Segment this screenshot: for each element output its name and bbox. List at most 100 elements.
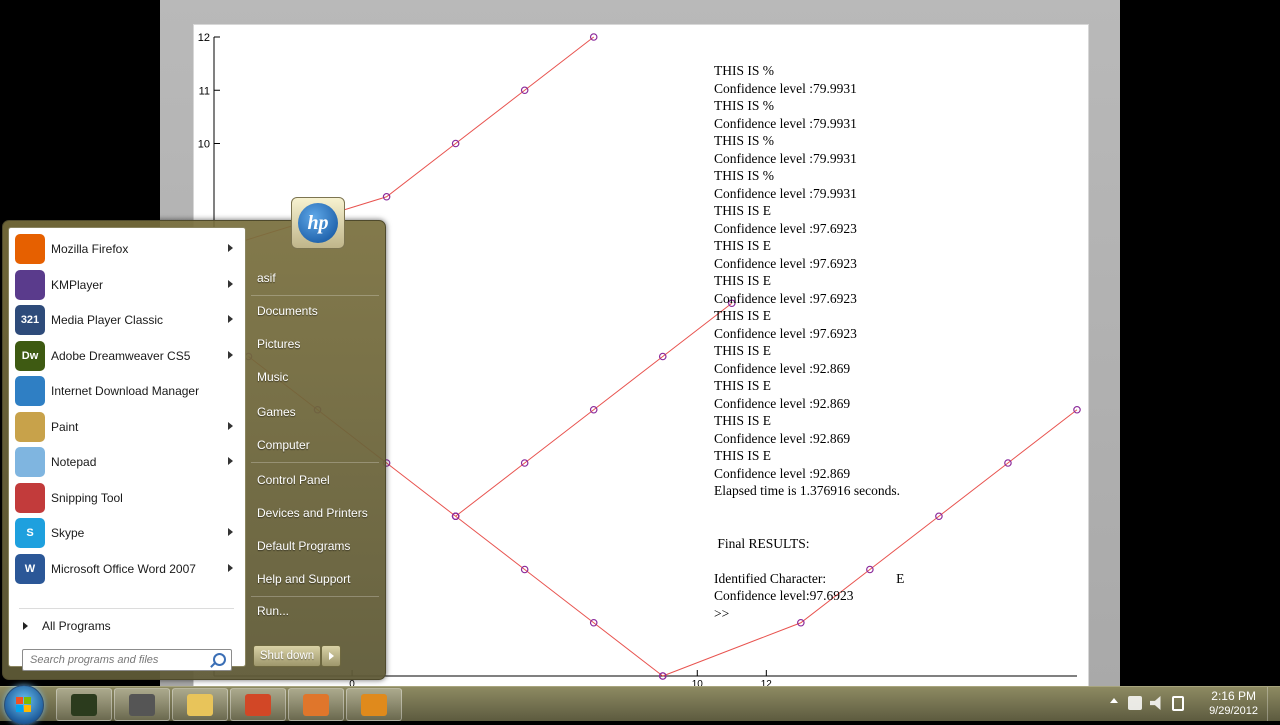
program-item[interactable]: Paint <box>11 410 243 444</box>
console-line: THIS IS % <box>714 168 774 183</box>
start-menu-link[interactable]: Music <box>257 370 288 384</box>
program-item[interactable]: Mozilla Firefox <box>11 232 243 266</box>
skype-icon: S <box>15 518 45 548</box>
start-menu-link[interactable]: Run... <box>257 604 289 618</box>
program-item[interactable]: Dw Adobe Dreamweaver CS5 <box>11 339 243 373</box>
console-line: THIS IS E <box>714 378 771 393</box>
battery-icon[interactable] <box>1172 696 1184 711</box>
pinned-programs-pane: Mozilla Firefox KMPlayer 321 Media Player C… <box>8 227 246 671</box>
program-label: KMPlayer <box>51 277 104 292</box>
clock-date[interactable]: 9/29/2012 <box>1209 705 1258 717</box>
program-item[interactable]: S Skype <box>11 516 243 550</box>
series-line <box>455 515 664 677</box>
program-label: Internet Download Manager <box>51 384 200 398</box>
all-programs-button[interactable]: All Programs <box>11 615 243 637</box>
y-tick-label: 11 <box>199 85 210 97</box>
taskbar-app-media-center[interactable] <box>56 688 112 721</box>
program-label: Paint <box>51 419 79 434</box>
console-line: THIS IS E <box>714 203 771 218</box>
start-menu-link[interactable]: Control Panel <box>257 473 330 487</box>
submenu-arrow-icon[interactable] <box>228 563 233 572</box>
console-line: THIS IS E <box>714 413 771 428</box>
program-item[interactable]: W Microsoft Office Word 2007 <box>11 552 243 586</box>
submenu-arrow-icon[interactable] <box>228 315 233 323</box>
submenu-arrow-icon[interactable] <box>228 457 233 465</box>
taskbar-app-explorer[interactable] <box>172 688 228 721</box>
start-menu: Mozilla Firefox KMPlayer 321 Media Player C… <box>2 197 386 680</box>
submenu-arrow-icon[interactable] <box>228 528 233 536</box>
console-line: Confidence level :92.869 <box>714 360 851 376</box>
start-menu-right-pane: asif Documents Pictures Music Games Computer C… <box>245 227 383 667</box>
program-item[interactable]: Snipping Tool <box>11 481 243 515</box>
program-item[interactable]: 321 Media Player Classic <box>11 303 243 337</box>
taskbar-app-microphone[interactable] <box>114 688 170 721</box>
console-line: THIS IS % <box>714 133 774 148</box>
clock-time[interactable]: 2:16 PM <box>1211 689 1256 703</box>
program-label: Notepad <box>51 455 97 469</box>
start-menu-link[interactable]: Devices and Printers <box>257 506 368 520</box>
console-line: THIS IS E <box>714 273 771 288</box>
start-menu-link[interactable]: Documents <box>257 304 318 318</box>
submenu-arrow-icon[interactable] <box>228 421 233 430</box>
command-prompt[interactable]: >> <box>714 605 1014 623</box>
start-menu-link[interactable]: Help and Support <box>257 572 350 586</box>
console-lines: THIS IS % Confidence level :79.9931 THIS I… <box>714 62 1014 500</box>
identified-character-label: Identified Character: <box>714 570 827 586</box>
search-icon[interactable] <box>213 653 226 666</box>
program-label: Media Player Classic <box>51 313 164 327</box>
volume-icon[interactable] <box>1150 696 1161 710</box>
system-tray: 2:16 PM 9/29/2012 <box>1110 687 1280 721</box>
start-button[interactable] <box>4 685 44 725</box>
program-item[interactable]: Notepad <box>11 445 243 479</box>
console-line: Confidence level :97.6923 <box>714 325 857 341</box>
program-item[interactable]: KMPlayer <box>11 268 243 302</box>
final-confidence-line: Confidence level:97.6923 <box>714 588 854 603</box>
all-programs-label: All Programs <box>42 619 111 633</box>
program-item[interactable]: Internet Download Manager <box>11 374 243 408</box>
console-line: Confidence level :79.9931 <box>714 185 857 201</box>
hp-logo-icon: hp <box>298 203 338 243</box>
folder-icon <box>187 693 213 716</box>
shutdown-options-button[interactable] <box>321 645 341 667</box>
program-label: Mozilla Firefox <box>51 242 129 256</box>
console-line: THIS IS % <box>714 98 774 113</box>
notepad-icon <box>15 447 45 477</box>
start-menu-link[interactable]: asif <box>257 271 276 285</box>
submenu-arrow-icon[interactable] <box>228 279 233 288</box>
y-tick-label: 12 <box>198 32 210 44</box>
console-line: THIS IS E <box>714 343 771 358</box>
start-menu-link[interactable]: Computer <box>257 438 310 452</box>
submenu-arrow-icon[interactable] <box>228 244 233 252</box>
start-menu-link[interactable]: Default Programs <box>257 539 350 553</box>
menu-separator <box>251 462 379 463</box>
search-placeholder: Search programs and files <box>30 654 159 666</box>
user-picture[interactable]: hp <box>291 197 345 249</box>
paint-icon <box>15 411 45 442</box>
console-line: Confidence level :79.9931 <box>714 80 857 96</box>
console-line: Confidence level :97.6923 <box>714 290 857 306</box>
word-icon: W <box>15 553 45 584</box>
console-line: Confidence level :79.9931 <box>714 150 857 166</box>
show-desktop-button[interactable] <box>1267 687 1280 721</box>
show-hidden-icons-icon[interactable] <box>1110 698 1118 703</box>
arrow-right-icon <box>328 652 334 660</box>
console-line: Confidence level :92.869 <box>714 430 851 446</box>
kmplayer-icon <box>15 269 45 300</box>
console-line: THIS IS % <box>714 63 774 78</box>
taskbar-app-matlab[interactable] <box>288 688 344 721</box>
taskbar-app-media-player[interactable] <box>346 688 402 721</box>
taskbar: 2:16 PM 9/29/2012 <box>0 685 1280 725</box>
search-input[interactable]: Search programs and files <box>22 649 232 671</box>
start-menu-link[interactable]: Games <box>257 405 296 419</box>
start-menu-link[interactable]: Pictures <box>257 337 300 351</box>
taskbar-app-powerpoint[interactable] <box>230 688 286 721</box>
program-label: Microsoft Office Word 2007 <box>51 561 196 576</box>
console-line: Elapsed time is 1.376916 seconds. <box>714 483 900 498</box>
action-center-icon[interactable] <box>1128 696 1142 710</box>
submenu-arrow-icon[interactable] <box>228 350 233 359</box>
powerpoint-icon <box>245 693 271 716</box>
microphone-icon <box>129 693 155 716</box>
console-line: Confidence level :97.6923 <box>714 255 857 271</box>
shutdown-button[interactable]: Shut down <box>253 645 321 667</box>
final-results-heading: Final RESULTS: <box>714 535 810 551</box>
